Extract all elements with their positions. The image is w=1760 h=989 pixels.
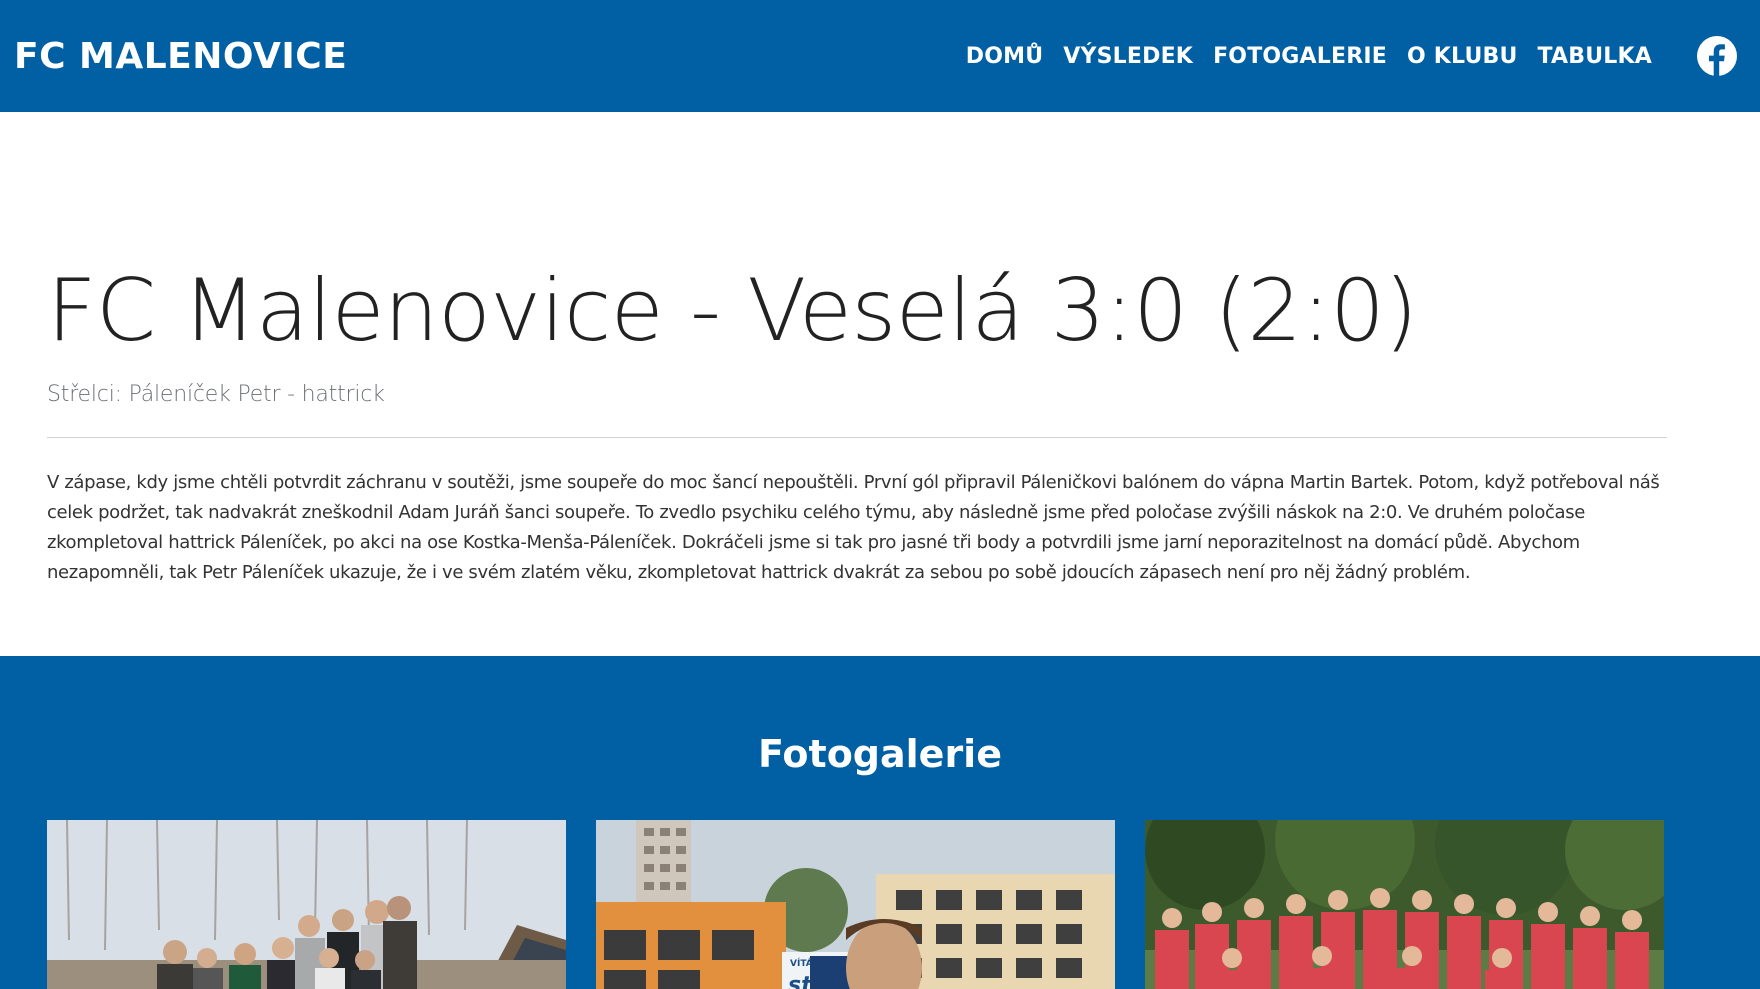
match-report: V zápase, kdy jsme chtěli potvrdit záchr… xyxy=(47,472,1660,583)
nav-link-tabulka[interactable]: TABULKA xyxy=(1538,44,1652,69)
gallery-section: Fotogalerie VÍTÁME stři xyxy=(0,656,1760,989)
brand-logo-link[interactable]: FC MALENOVICE xyxy=(14,36,347,77)
gallery-title: Fotogalerie xyxy=(758,732,1002,776)
nav-right: DOMŮ VÝSLEDEK FOTOGALERIE O KLUBU TABULK… xyxy=(966,35,1746,77)
gallery-photos: VÍTÁME V stři xyxy=(47,820,1664,989)
group-photo-image xyxy=(47,820,566,989)
gallery-photo-player[interactable]: VÍTÁME V stři xyxy=(596,820,1115,989)
match-article: FC Malenovice - Veselá 3:0 (2:0) Střelci… xyxy=(0,112,1760,588)
nav-link-domu[interactable]: DOMŮ xyxy=(966,44,1044,69)
nav-link-fotogalerie[interactable]: FOTOGALERIE xyxy=(1213,44,1387,69)
player-photo-image: VÍTÁME V stři xyxy=(596,820,1115,989)
nav-link-vysledek[interactable]: VÝSLEDEK xyxy=(1063,44,1193,69)
team-photo-image xyxy=(1145,820,1664,989)
gallery-photo-group[interactable] xyxy=(47,820,566,989)
top-navbar: FC MALENOVICE DOMŮ VÝSLEDEK FOTOGALERIE … xyxy=(0,0,1760,112)
gallery-photo-team[interactable] xyxy=(1145,820,1664,989)
facebook-icon xyxy=(1697,36,1737,76)
facebook-link[interactable] xyxy=(1696,35,1746,77)
match-title: FC Malenovice - Veselá 3:0 (2:0) xyxy=(47,261,1418,361)
nav-link-o-klubu[interactable]: O KLUBU xyxy=(1407,44,1518,69)
main-nav: DOMŮ VÝSLEDEK FOTOGALERIE O KLUBU TABULK… xyxy=(966,44,1652,69)
match-scorers: Střelci: Páleníček Petr - hattrick xyxy=(47,382,385,407)
divider xyxy=(47,437,1667,438)
